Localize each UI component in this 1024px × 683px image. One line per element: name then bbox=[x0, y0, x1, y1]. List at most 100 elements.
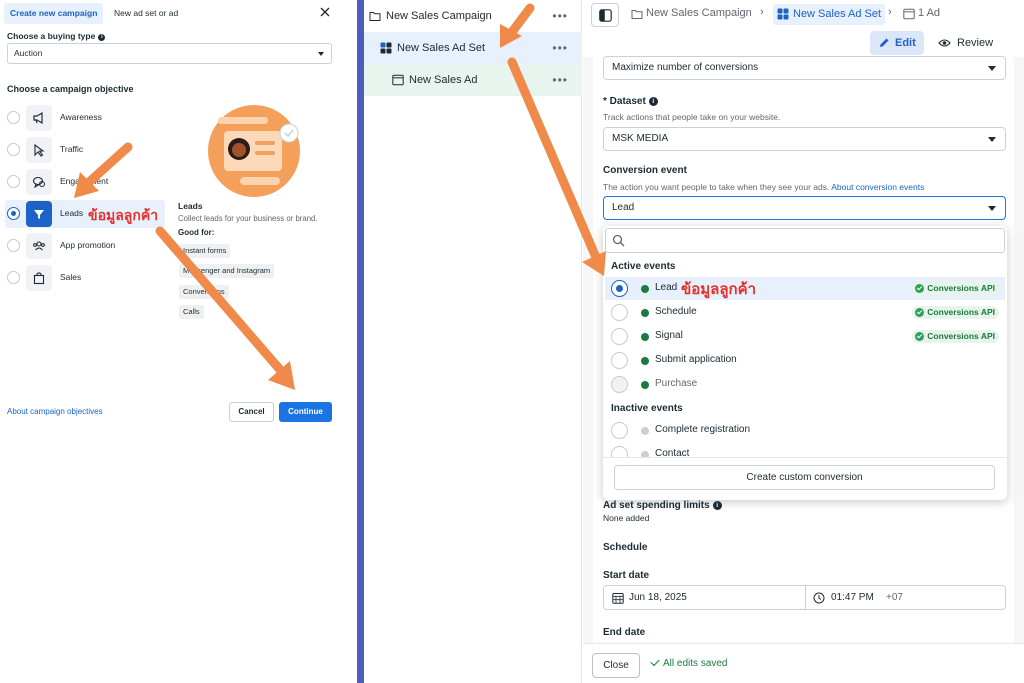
chevron-down-icon bbox=[318, 52, 324, 56]
event-radio-disabled bbox=[611, 376, 628, 393]
adset-grid-icon bbox=[380, 42, 392, 54]
status-dot bbox=[641, 357, 649, 365]
objective-label: Leads bbox=[60, 208, 84, 218]
tab-new-ad-set-or-ad[interactable]: New ad set or ad bbox=[114, 3, 178, 24]
info-icon[interactable]: i bbox=[648, 97, 658, 106]
event-radio[interactable] bbox=[611, 328, 628, 345]
adset-grid-icon bbox=[777, 8, 789, 20]
start-date-label: Start date bbox=[603, 570, 650, 581]
info-icon[interactable]: i bbox=[98, 34, 106, 41]
objective-radio-selected[interactable] bbox=[7, 207, 20, 220]
ad-window-icon bbox=[903, 8, 915, 20]
chevron-right-icon: › bbox=[888, 6, 892, 18]
objective-engagement[interactable]: Engagement bbox=[5, 168, 165, 196]
conversion-event-value: Lead bbox=[612, 202, 635, 213]
objective-radio[interactable] bbox=[7, 271, 20, 284]
tree-item-label: New Sales Ad Set bbox=[397, 42, 486, 54]
good-for-chip: Messenger and Instagram bbox=[179, 264, 275, 278]
inactive-events-heading: Inactive events bbox=[611, 403, 683, 414]
about-campaign-objectives-link[interactable]: About campaign objectives bbox=[7, 407, 103, 416]
chat-icon bbox=[26, 169, 52, 195]
start-date-input[interactable]: Jun 18, 2025 bbox=[629, 592, 687, 603]
people-icon bbox=[26, 233, 52, 259]
event-option-contact[interactable]: Contact bbox=[605, 443, 1005, 457]
dataset-select[interactable]: MSK MEDIA bbox=[603, 127, 1006, 151]
event-radio[interactable] bbox=[611, 422, 628, 439]
breadcrumb-adset-label: New Sales Ad Set bbox=[793, 8, 882, 20]
objective-radio[interactable] bbox=[7, 239, 20, 252]
objective-radio[interactable] bbox=[7, 143, 20, 156]
objective-awareness[interactable]: Awareness bbox=[5, 104, 165, 132]
event-radio[interactable] bbox=[611, 352, 628, 369]
breadcrumb-ad[interactable]: 1 Ad bbox=[918, 7, 940, 19]
buying-type-select[interactable]: Auction bbox=[7, 43, 332, 64]
tree-item-campaign[interactable]: New Sales Campaign ••• bbox=[364, 0, 582, 32]
footer-bar: Close All edits saved bbox=[583, 643, 1024, 683]
eye-icon bbox=[938, 39, 951, 47]
objective-heading: Choose a campaign objective bbox=[7, 84, 134, 94]
event-label: Schedule bbox=[655, 306, 697, 317]
dataset-help: Track actions that people take on your w… bbox=[603, 112, 781, 122]
event-label: Purchase bbox=[655, 378, 698, 389]
start-time-input[interactable]: 01:47 PM bbox=[831, 592, 874, 603]
edit-button[interactable]: Edit bbox=[870, 31, 924, 55]
spending-limits-label-text: Ad set spending limits bbox=[603, 500, 710, 511]
create-campaign-panel: Create new campaign New ad set or ad Cho… bbox=[0, 0, 340, 683]
optimization-goal-value: Maximize number of conversions bbox=[612, 62, 759, 73]
thai-annotation-lead-event: ข้อมูลลูกค้า bbox=[681, 280, 757, 298]
conversions-api-badge: Conversions API bbox=[912, 306, 999, 319]
review-button[interactable]: Review bbox=[935, 31, 993, 55]
leads-illustration bbox=[208, 105, 300, 197]
event-option-complete-registration[interactable]: Complete registration bbox=[605, 419, 1005, 442]
event-label: Lead bbox=[655, 282, 678, 293]
breadcrumb-adset[interactable]: New Sales Ad Set bbox=[773, 4, 886, 25]
status-dot bbox=[641, 333, 649, 341]
spending-limits-value: None added bbox=[603, 513, 650, 523]
event-option-submit-application[interactable]: Submit application bbox=[605, 349, 1005, 372]
cancel-button[interactable]: Cancel bbox=[229, 402, 274, 422]
event-radio-selected[interactable] bbox=[611, 280, 628, 297]
event-search-input[interactable] bbox=[605, 228, 1005, 253]
objective-label: Engagement bbox=[60, 176, 109, 186]
event-option-lead[interactable]: Lead Conversions API bbox=[605, 277, 1005, 300]
create-custom-conversion-button[interactable]: Create custom conversion bbox=[614, 465, 995, 490]
objective-traffic[interactable]: Traffic bbox=[5, 136, 165, 164]
breadcrumb: New Sales Campaign › New Sales Ad Set › … bbox=[583, 0, 1024, 30]
objective-radio[interactable] bbox=[7, 175, 20, 188]
objective-label: Traffic bbox=[60, 144, 84, 154]
info-icon[interactable]: i bbox=[712, 501, 722, 510]
tree-item-adset[interactable]: New Sales Ad Set ••• bbox=[364, 32, 582, 64]
objective-app-promotion[interactable]: App promotion bbox=[5, 232, 165, 260]
close-icon[interactable] bbox=[318, 5, 332, 19]
more-options-icon[interactable]: ••• bbox=[552, 64, 568, 96]
good-for-chip: Calls bbox=[179, 305, 204, 319]
good-for-label: Good for: bbox=[178, 228, 215, 237]
optimization-goal-select[interactable]: Maximize number of conversions bbox=[603, 56, 1006, 80]
review-label: Review bbox=[957, 37, 994, 49]
event-radio[interactable] bbox=[611, 446, 628, 457]
tree-item-label: New Sales Campaign bbox=[386, 10, 492, 22]
event-option-signal[interactable]: Signal Conversions API bbox=[605, 325, 1005, 348]
close-button[interactable]: Close bbox=[592, 653, 640, 678]
more-options-icon[interactable]: ••• bbox=[552, 0, 568, 32]
good-for-chip: Conversions bbox=[179, 285, 229, 299]
continue-button[interactable]: Continue bbox=[279, 402, 332, 422]
clock-icon bbox=[813, 592, 825, 604]
chevron-down-icon bbox=[988, 206, 996, 211]
objective-sales[interactable]: Sales bbox=[5, 264, 165, 292]
folder-icon bbox=[631, 10, 643, 19]
status-dot bbox=[641, 285, 649, 293]
event-option-schedule[interactable]: Schedule Conversions API bbox=[605, 301, 1005, 324]
tree-item-label: New Sales Ad bbox=[409, 74, 478, 86]
event-radio[interactable] bbox=[611, 304, 628, 321]
tree-item-ad[interactable]: New Sales Ad ••• bbox=[364, 64, 582, 96]
sidebar-toggle-button[interactable] bbox=[591, 3, 619, 27]
objective-radio[interactable] bbox=[7, 111, 20, 124]
breadcrumb-campaign[interactable]: New Sales Campaign bbox=[646, 7, 752, 19]
dataset-label: * Dataset i bbox=[603, 96, 658, 107]
about-conversion-events-link[interactable]: About conversion events bbox=[831, 182, 924, 192]
dropdown-divider bbox=[603, 457, 1007, 458]
more-options-icon[interactable]: ••• bbox=[552, 32, 568, 64]
tab-create-new-campaign[interactable]: Create new campaign bbox=[4, 3, 104, 24]
conversion-event-select[interactable]: Lead bbox=[603, 196, 1006, 220]
